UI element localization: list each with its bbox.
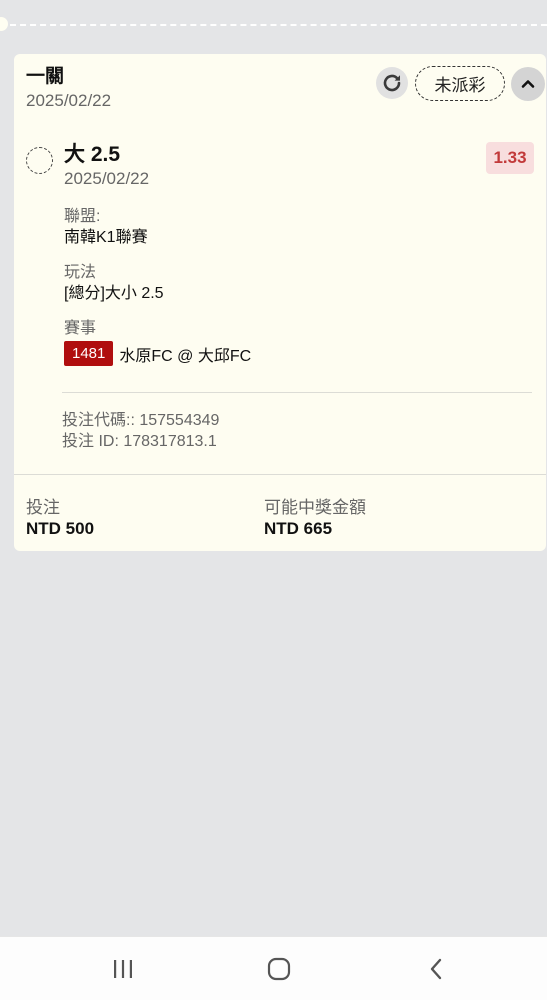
home-icon bbox=[267, 957, 291, 981]
event-label: 賽事 bbox=[64, 320, 97, 337]
recent-apps-icon bbox=[114, 960, 132, 978]
payout-amount: NTD 665 bbox=[264, 519, 333, 538]
refresh-button[interactable] bbox=[376, 67, 408, 99]
recent-apps-button[interactable] bbox=[103, 953, 143, 985]
selection-status-circle bbox=[26, 147, 53, 174]
slip-header: 一關 2025/02/22 未派彩 bbox=[26, 66, 545, 116]
divider-notch bbox=[0, 17, 8, 31]
league-label: 聯盟: bbox=[64, 208, 101, 225]
bet-code: 投注代碼:: 157554349 bbox=[62, 412, 220, 429]
collapse-button[interactable] bbox=[511, 67, 545, 101]
bet-slip-card: 一關 2025/02/22 未派彩 大 2.5 2025/02/22 1.33 bbox=[14, 54, 546, 551]
bet-history-screen: 一關 2025/02/22 未派彩 大 2.5 2025/02/22 1.33 bbox=[0, 0, 547, 1000]
payout-label: 可能中獎金額 bbox=[264, 498, 366, 517]
market-detail: 玩法 [總分]大小 2.5 bbox=[64, 262, 164, 305]
stake-label: 投注 bbox=[26, 498, 60, 517]
event-row: 1481 水原FC @ 大邱FC bbox=[64, 341, 251, 366]
payout-column: 可能中獎金額 NTD 665 bbox=[264, 498, 366, 540]
bet-id: 投注 ID: 178317813.1 bbox=[62, 433, 217, 450]
market-value: [總分]大小 2.5 bbox=[64, 285, 164, 302]
stake-amount: NTD 500 bbox=[26, 519, 95, 538]
system-navigation-bar bbox=[0, 936, 547, 1000]
event-name: 水原FC @ 大邱FC bbox=[119, 347, 252, 365]
league-value: 南韓K1聯賽 bbox=[64, 229, 148, 246]
top-divider-strip bbox=[0, 0, 547, 52]
refresh-icon bbox=[383, 74, 401, 92]
chevron-up-icon bbox=[521, 80, 535, 88]
back-icon bbox=[430, 958, 442, 980]
home-button[interactable] bbox=[259, 953, 299, 985]
market-label: 玩法 bbox=[64, 264, 97, 281]
selection-date: 2025/02/22 bbox=[64, 169, 150, 188]
footer-divider bbox=[14, 474, 546, 475]
event-id-badge: 1481 bbox=[64, 341, 114, 366]
odds-badge: 1.33 bbox=[486, 142, 534, 174]
stake-column: 投注 NTD 500 bbox=[26, 498, 94, 540]
selection-name: 大 2.5 bbox=[64, 143, 121, 166]
settlement-status-badge: 未派彩 bbox=[415, 66, 505, 101]
dashed-divider bbox=[0, 24, 547, 26]
back-button[interactable] bbox=[416, 953, 456, 985]
league-detail: 聯盟: 南韓K1聯賽 bbox=[64, 206, 148, 249]
event-detail: 賽事 1481 水原FC @ 大邱FC bbox=[64, 318, 251, 366]
bet-references: 投注代碼:: 157554349 投注 ID: 178317813.1 bbox=[62, 410, 219, 452]
detail-divider bbox=[62, 392, 532, 393]
